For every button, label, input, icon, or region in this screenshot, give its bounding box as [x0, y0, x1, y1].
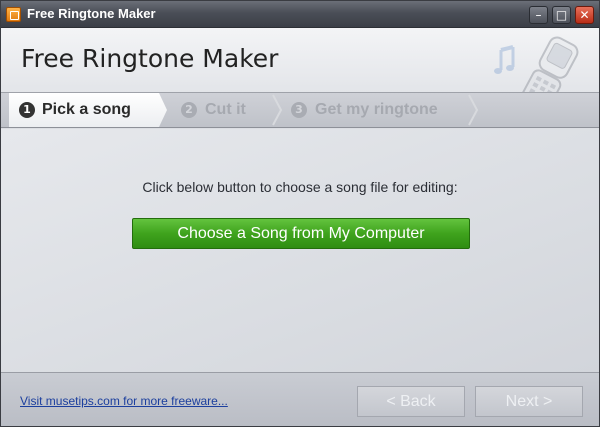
- main-panel: Click below button to choose a song file…: [1, 129, 599, 372]
- step-number-badge: 2: [181, 102, 197, 118]
- close-button[interactable]: ✕: [575, 6, 594, 24]
- step-get-my-ringtone: 3 Get my ringtone: [281, 93, 481, 127]
- step-number-badge: 3: [291, 102, 307, 118]
- step-label: Pick a song: [42, 101, 131, 118]
- window-title: Free Ringtone Maker: [27, 6, 156, 21]
- step-label: Cut it: [205, 101, 246, 118]
- chevron-right-icon: [468, 94, 479, 126]
- step-number-badge: 1: [19, 102, 35, 118]
- music-note-icon: [494, 45, 515, 74]
- title-bar[interactable]: Free Ringtone Maker – □ ✕: [1, 1, 599, 28]
- step-navigation: 1 Pick a song 2 Cut it 3 Get my ringtone: [1, 92, 599, 128]
- footer: Visit musetips.com for more freeware... …: [1, 372, 599, 426]
- back-button[interactable]: < Back: [357, 386, 465, 417]
- step-pick-a-song[interactable]: 1 Pick a song: [9, 93, 167, 127]
- visit-website-link[interactable]: Visit musetips.com for more freeware...: [20, 394, 228, 408]
- step-label: Get my ringtone: [315, 101, 438, 118]
- app-icon: [6, 7, 21, 22]
- instruction-text: Click below button to choose a song file…: [142, 179, 458, 195]
- next-button[interactable]: Next >: [475, 386, 583, 417]
- minimize-button[interactable]: –: [529, 6, 548, 24]
- maximize-button[interactable]: □: [552, 6, 571, 24]
- step-cut-it: 2 Cut it: [167, 93, 282, 127]
- header: Free Ringtone Maker: [1, 28, 599, 114]
- app-name-heading: Free Ringtone Maker: [21, 44, 279, 73]
- app-window: Free Ringtone Maker – □ ✕ Free Ringtone …: [0, 0, 600, 427]
- choose-song-button[interactable]: Choose a Song from My Computer: [132, 218, 470, 249]
